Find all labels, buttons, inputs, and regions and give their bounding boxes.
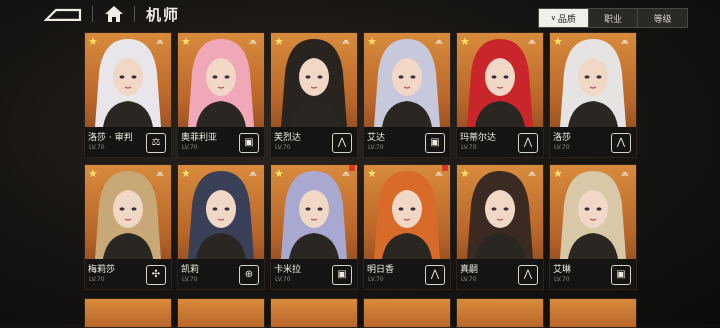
pilot-card[interactable]: ★ ⩕ 真嗣 LV.70 ⋀ — [456, 164, 544, 290]
pilot-info: 奥菲利亚 LV.70 ▣ — [178, 127, 264, 157]
pilot-name: 洛莎 · 审判 — [88, 133, 133, 143]
blade-class-icon: ⋀ — [518, 133, 538, 153]
faction-emblem-icon: ⩕ — [528, 36, 536, 47]
sort-label: 等级 — [653, 14, 672, 25]
pilot-card[interactable]: ★ ⩕ 艾达 LV.70 ▣ — [363, 32, 451, 158]
pilot-info: 明日香 LV.70 ⋀ — [364, 259, 450, 289]
pilot-level: LV.70 — [182, 144, 198, 151]
pilot-card[interactable]: ★ ⩕ 洛莎 · 审判 LV.70 ⚖ — [84, 32, 172, 158]
shield-class-icon: ▣ — [239, 133, 259, 153]
pilot-level: LV.70 — [461, 144, 477, 151]
pilot-name: 卡米拉 — [274, 265, 302, 275]
faction-emblem-icon: ⩕ — [621, 36, 629, 47]
pilot-level: LV.70 — [368, 144, 384, 151]
faction-emblem-icon: ⩕ — [528, 168, 536, 179]
pilot-name: 真嗣 — [460, 265, 479, 275]
pilot-level: LV.70 — [89, 144, 105, 151]
blade-class-icon: ⋀ — [332, 133, 352, 153]
shield-class-icon: ▣ — [332, 265, 352, 285]
sort-quality-button[interactable]: ∨ 品质 — [539, 9, 589, 27]
sort-filter-bar: ∨ 品质 职业 等级 — [538, 8, 688, 28]
pilot-info: 凯莉 LV.70 ⊕ — [178, 259, 264, 289]
chevron-down-icon: ∨ — [550, 14, 556, 22]
pilot-level: LV.70 — [554, 276, 570, 283]
star-icon: ★ — [553, 167, 563, 180]
pilot-name: 洛莎 — [553, 133, 572, 143]
star-icon: ★ — [367, 167, 377, 180]
blade-class-icon: ⋀ — [425, 265, 445, 285]
sort-label: 品质 — [557, 14, 576, 25]
home-icon[interactable] — [104, 5, 124, 23]
sort-level-button[interactable]: 等级 — [638, 9, 687, 27]
pilot-card[interactable]: ★ ⩕ 玛蒂尔达 LV.70 ⋀ — [456, 32, 544, 158]
pilot-info: 卡米拉 LV.70 ▣ — [271, 259, 357, 289]
pilot-level: LV.70 — [275, 144, 291, 151]
faction-emblem-icon: ⩕ — [156, 168, 164, 179]
pilot-card[interactable]: ★ ⩕ 梅莉莎 LV.70 ✣ — [84, 164, 172, 290]
judge-class-icon: ⚖ — [146, 133, 166, 153]
pilot-card[interactable]: ★ ⩕ 明日香 LV.70 ⋀ — [363, 164, 451, 290]
new-indicator-icon — [349, 165, 355, 171]
shield-class-icon: ▣ — [611, 265, 631, 285]
star-icon: ★ — [274, 167, 284, 180]
pilot-info: 洛莎 LV.70 ⋀ — [550, 127, 636, 157]
pilot-card[interactable]: ★ ⩕ 凯莉 LV.70 ⊕ — [177, 164, 265, 290]
pilot-info: 真嗣 LV.70 ⋀ — [457, 259, 543, 289]
pilot-card[interactable]: ★ ⩕ 洛莎 LV.70 ⋀ — [549, 32, 637, 158]
pilot-level: LV.70 — [182, 276, 198, 283]
star-icon: ★ — [460, 167, 470, 180]
pilot-level: LV.70 — [275, 276, 291, 283]
star-icon: ★ — [460, 35, 470, 48]
target-class-icon: ⊕ — [239, 265, 259, 285]
faction-emblem-icon: ⩕ — [435, 36, 443, 47]
pilot-info: 艾达 LV.70 ▣ — [364, 127, 450, 157]
pilot-name: 玛蒂尔达 — [460, 133, 497, 143]
divider — [134, 6, 135, 22]
pilot-level: LV.70 — [461, 276, 477, 283]
pilot-level: LV.70 — [89, 276, 105, 283]
star-icon: ★ — [181, 167, 191, 180]
faction-emblem-icon: ⩕ — [249, 36, 257, 47]
star-icon: ★ — [367, 35, 377, 48]
pilot-name: 艾琳 — [553, 265, 572, 275]
faction-emblem-icon: ⩕ — [156, 36, 164, 47]
pilot-name: 凯莉 — [181, 265, 200, 275]
blade-class-icon: ⋀ — [611, 133, 631, 153]
sort-label: 职业 — [604, 14, 623, 25]
pilot-info: 玛蒂尔达 LV.70 ⋀ — [457, 127, 543, 157]
pilot-card[interactable]: ★ ⩕ 艾琳 LV.70 ▣ — [549, 164, 637, 290]
pilot-name: 艾达 — [367, 133, 386, 143]
pilot-name: 奥菲利亚 — [181, 133, 218, 143]
page-title: 机师 — [146, 6, 181, 24]
star-icon: ★ — [274, 35, 284, 48]
new-indicator-icon — [442, 165, 448, 171]
back-arrow-icon[interactable] — [44, 7, 82, 21]
star-icon: ★ — [553, 35, 563, 48]
blade-class-icon: ⋀ — [518, 265, 538, 285]
pilot-info: 艾琳 LV.70 ▣ — [550, 259, 636, 289]
support-class-icon: ✣ — [146, 265, 166, 285]
pilot-card[interactable]: ★ ⩕ 芙烈达 LV.70 ⋀ — [270, 32, 358, 158]
pilot-name: 梅莉莎 — [88, 265, 116, 275]
pilot-card[interactable]: ★ ⩕ 卡米拉 LV.70 ▣ — [270, 164, 358, 290]
pilot-info: 洛莎 · 审判 LV.70 ⚖ — [85, 127, 171, 157]
faction-emblem-icon: ⩕ — [621, 168, 629, 179]
star-icon: ★ — [88, 35, 98, 48]
pilot-name: 芙烈达 — [274, 133, 302, 143]
top-bar: 机师 ∨ 品质 职业 等级 — [0, 0, 720, 30]
pilot-name: 明日香 — [367, 265, 395, 275]
pilot-info: 梅莉莎 LV.70 ✣ — [85, 259, 171, 289]
shield-class-icon: ▣ — [425, 133, 445, 153]
star-icon: ★ — [181, 35, 191, 48]
faction-emblem-icon: ⩕ — [342, 36, 350, 47]
pilot-level: LV.70 — [368, 276, 384, 283]
pilot-info: 芙烈达 LV.70 ⋀ — [271, 127, 357, 157]
pilot-card[interactable]: ★ ⩕ 奥菲利亚 LV.70 ▣ — [177, 32, 265, 158]
faction-emblem-icon: ⩕ — [249, 168, 257, 179]
divider — [92, 6, 93, 22]
sort-class-button[interactable]: 职业 — [589, 9, 639, 27]
star-icon: ★ — [88, 167, 98, 180]
pilot-level: LV.70 — [554, 144, 570, 151]
